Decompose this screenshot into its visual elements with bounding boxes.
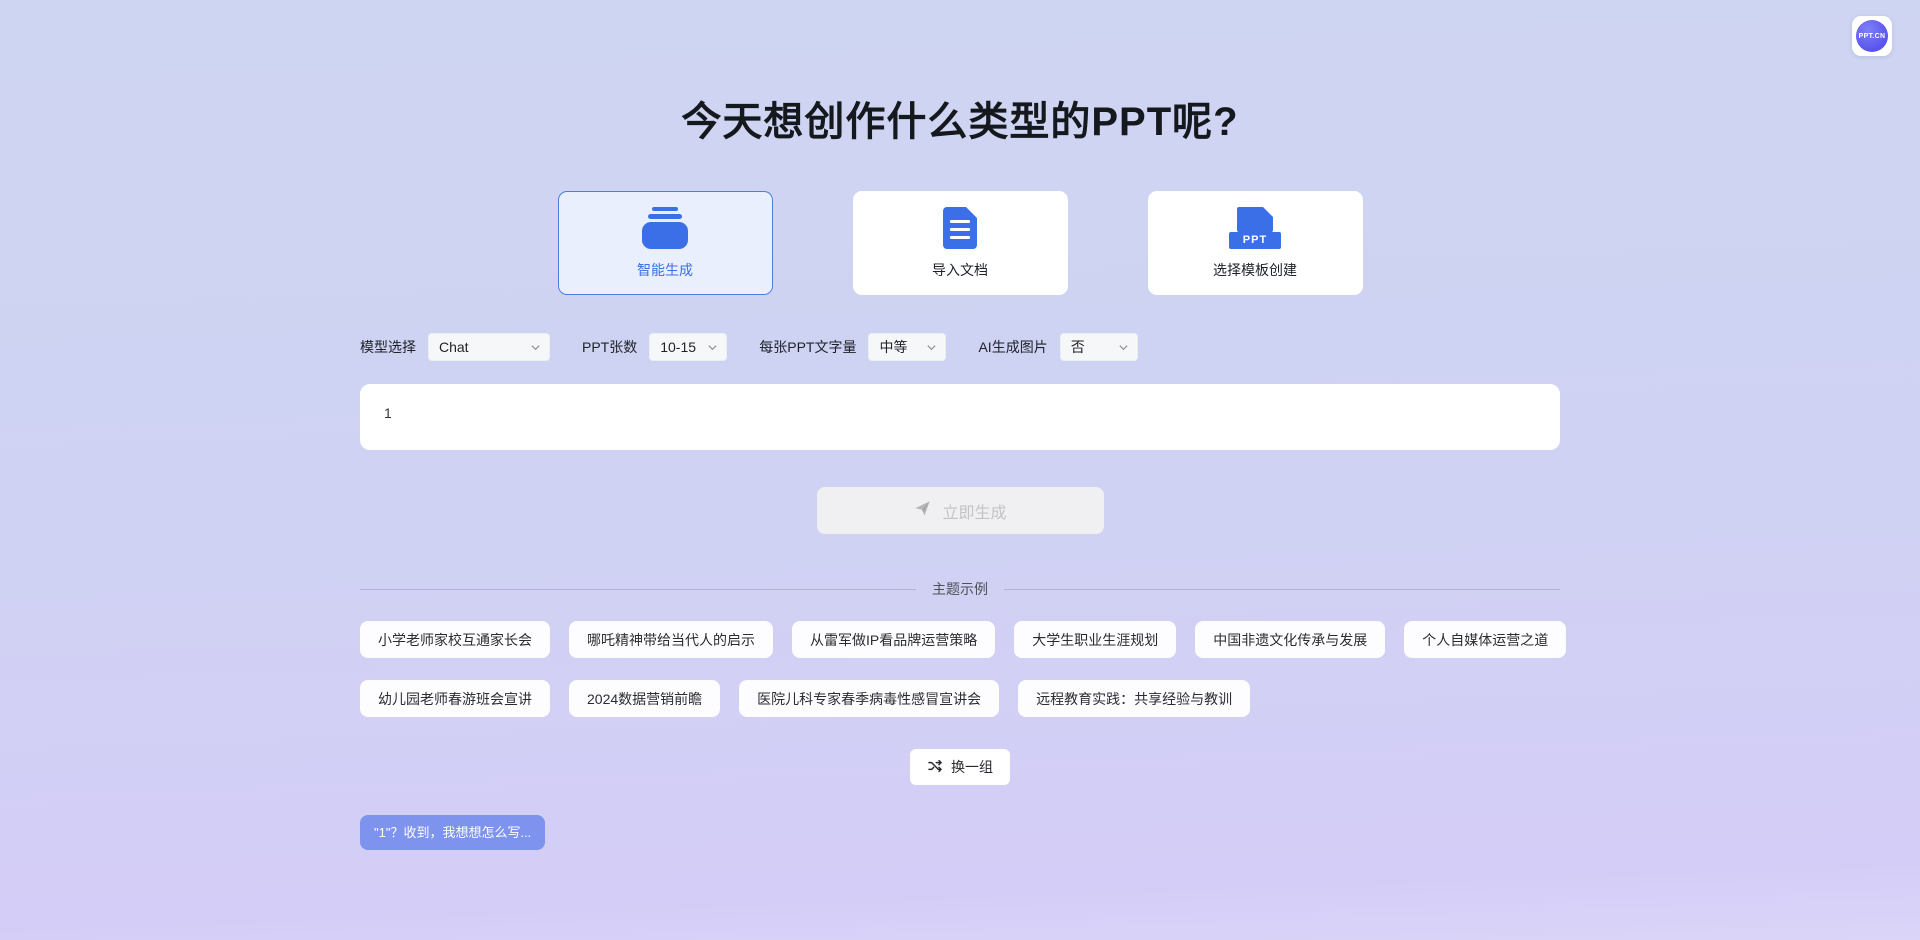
app-logo[interactable]: PPT.CN: [1852, 16, 1892, 56]
example-topic-label: 小学老师家校互通家长会: [378, 630, 532, 650]
mode-card-smart-generate[interactable]: 智能生成: [558, 191, 773, 295]
shuffle-button-label: 换一组: [951, 757, 993, 777]
example-topic-chip[interactable]: 幼儿园老师春游班会宣讲: [360, 680, 550, 717]
shuffle-row: 换一组: [360, 749, 1560, 785]
example-topic-chip[interactable]: 大学生职业生涯规划: [1014, 621, 1176, 658]
example-topic-chip[interactable]: 哪吒精神带给当代人的启示: [569, 621, 773, 658]
example-topic-chip[interactable]: 医院儿科专家春季病毒性感冒宣讲会: [739, 680, 999, 717]
shuffle-icon: [927, 758, 943, 777]
app-logo-icon: PPT.CN: [1856, 20, 1888, 52]
example-topic-label: 个人自媒体运营之道: [1422, 630, 1548, 650]
mode-card-choose-template[interactable]: PPT 选择模板创建: [1148, 191, 1363, 295]
shuffle-button[interactable]: 换一组: [910, 749, 1010, 785]
example-topic-chip[interactable]: 从雷军做IP看品牌运营策略: [792, 621, 995, 658]
stack-icon: [642, 207, 688, 249]
page-count-select-value: 10-15: [660, 339, 696, 355]
paper-plane-icon: [913, 499, 932, 523]
examples-divider-label: 主题示例: [932, 579, 988, 599]
example-chip-row: 幼儿园老师春游班会宣讲 2024数据营销前瞻 医院儿科专家春季病毒性感冒宣讲会 …: [360, 680, 1560, 717]
mode-card-label: 智能生成: [637, 260, 693, 280]
page-count-select[interactable]: 10-15: [649, 333, 727, 361]
example-topic-label: 幼儿园老师春游班会宣讲: [378, 689, 532, 709]
ai-image-select-value: 否: [1071, 337, 1085, 357]
control-text-amount: 每张PPT文字量 中等: [759, 333, 946, 361]
control-page-count: PPT张数 10-15: [582, 333, 727, 361]
mode-card-label: 导入文档: [932, 260, 988, 280]
mode-card-import-document[interactable]: 导入文档: [853, 191, 1068, 295]
chevron-down-icon: [1118, 342, 1129, 353]
main-content: 今天想创作什么类型的PPT呢? 智能生成 导入文档 PPT 选择模板创建 模型选…: [360, 0, 1560, 850]
chevron-down-icon: [530, 342, 541, 353]
example-topic-label: 中国非遗文化传承与发展: [1213, 630, 1367, 650]
examples-divider: 主题示例: [360, 579, 1560, 599]
example-topic-label: 远程教育实践：共享经验与教训: [1036, 689, 1232, 709]
create-mode-cards: 智能生成 导入文档 PPT 选择模板创建: [360, 191, 1560, 295]
control-model: 模型选择 Chat: [360, 333, 550, 361]
example-topic-chip[interactable]: 远程教育实践：共享经验与教训: [1018, 680, 1250, 717]
example-topic-label: 哪吒精神带给当代人的启示: [587, 630, 755, 650]
text-amount-select-value: 中等: [879, 337, 907, 357]
example-topic-label: 2024数据营销前瞻: [587, 689, 702, 709]
generate-row: 立即生成: [360, 487, 1560, 534]
generation-options: 模型选择 Chat PPT张数 10-15 每张PPT文字量 中等: [360, 333, 1560, 361]
example-topic-chip[interactable]: 中国非遗文化传承与发展: [1195, 621, 1385, 658]
example-chip-row: 小学老师家校互通家长会 哪吒精神带给当代人的启示 从雷军做IP看品牌运营策略 大…: [360, 621, 1560, 658]
model-select[interactable]: Chat: [428, 333, 550, 361]
chevron-down-icon: [707, 342, 718, 353]
example-topic-chip[interactable]: 小学老师家校互通家长会: [360, 621, 550, 658]
example-topic-chip[interactable]: 个人自媒体运营之道: [1404, 621, 1566, 658]
page-title: 今天想创作什么类型的PPT呢?: [360, 0, 1560, 146]
example-topic-label: 医院儿科专家春季病毒性感冒宣讲会: [757, 689, 981, 709]
example-topic-label: 大学生职业生涯规划: [1032, 630, 1158, 650]
text-amount-select[interactable]: 中等: [868, 333, 946, 361]
divider-line: [1004, 589, 1560, 590]
control-label: 模型选择: [360, 337, 416, 357]
topic-input[interactable]: 1: [360, 384, 1560, 450]
ai-image-select[interactable]: 否: [1060, 333, 1138, 361]
example-topic-label: 从雷军做IP看品牌运营策略: [810, 630, 977, 650]
generate-button-label: 立即生成: [942, 499, 1006, 523]
generate-button[interactable]: 立即生成: [817, 487, 1104, 534]
model-select-value: Chat: [439, 339, 469, 355]
mode-card-label: 选择模板创建: [1213, 260, 1297, 280]
control-label: PPT张数: [582, 337, 637, 357]
example-topic-chip[interactable]: 2024数据营销前瞻: [569, 680, 720, 717]
control-label: AI生成图片: [978, 337, 1047, 357]
divider-line: [360, 589, 916, 590]
chevron-down-icon: [926, 342, 937, 353]
control-label: 每张PPT文字量: [759, 337, 856, 357]
assistant-bubble: "1"？收到，我想想怎么写...: [360, 815, 545, 850]
control-ai-image: AI生成图片 否: [978, 333, 1137, 361]
document-icon: [943, 207, 977, 249]
ppt-file-icon: PPT: [1229, 207, 1281, 249]
